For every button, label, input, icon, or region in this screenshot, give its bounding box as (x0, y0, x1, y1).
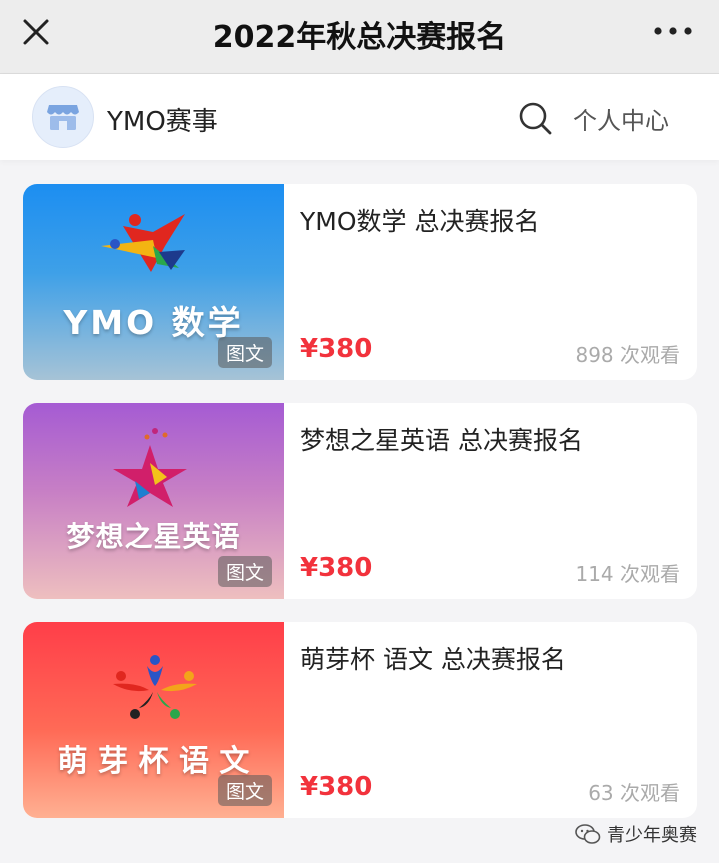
page-title: 2022年秋总决赛报名 (212, 20, 507, 55)
view-count: 63 次观看 (588, 781, 680, 805)
list-item[interactable]: 萌 芽 杯 语 文 图文 萌芽杯 语文 总决赛报名 ¥380 63 次观看 (23, 622, 697, 818)
user-center-link[interactable]: 个人中心 (573, 101, 669, 136)
item-price: ¥380 (300, 334, 373, 364)
star-logo-icon (113, 428, 187, 507)
cover-image: YMO 数学 图文 (23, 184, 284, 380)
media-type-badge: 图文 (217, 337, 272, 368)
store-icon (47, 105, 79, 130)
view-count: 898 次观看 (575, 343, 680, 367)
item-title: 梦想之星英语 总决赛报名 (300, 426, 583, 455)
cover-image: 梦想之星英语 图文 (23, 403, 284, 599)
wechat-icon (575, 824, 601, 844)
watermark-text: 青少年奥赛 (607, 825, 697, 846)
item-title: 萌芽杯 语文 总决赛报名 (300, 645, 566, 674)
view-count: 114 次观看 (575, 562, 680, 586)
more-dots-icon[interactable] (653, 24, 693, 38)
item-price: ¥380 (300, 553, 373, 583)
shop-name[interactable]: YMO赛事 (107, 101, 218, 138)
nav-bar: 2022年秋总决赛报名 (0, 0, 719, 74)
star-logo-icon (101, 214, 185, 272)
search-icon[interactable] (517, 100, 553, 136)
shop-avatar[interactable] (32, 86, 94, 148)
list-item[interactable]: 梦想之星英语 图文 梦想之星英语 总决赛报名 ¥380 114 次观看 (23, 403, 697, 599)
people-logo-icon (113, 655, 197, 719)
cover-text: 萌 芽 杯 语 文 (57, 744, 250, 779)
item-price: ¥380 (300, 772, 373, 802)
item-title: YMO数学 总决赛报名 (300, 207, 540, 236)
watermark: 青少年奥赛 (575, 821, 697, 847)
shop-header: YMO赛事 个人中心 (0, 74, 719, 160)
cover-text: 梦想之星英语 (66, 520, 241, 553)
close-icon[interactable] (18, 14, 54, 50)
list-item[interactable]: YMO 数学 图文 YMO数学 总决赛报名 ¥380 898 次观看 (23, 184, 697, 380)
media-type-badge: 图文 (217, 556, 272, 587)
media-type-badge: 图文 (217, 775, 272, 806)
cover-image: 萌 芽 杯 语 文 图文 (23, 622, 284, 818)
